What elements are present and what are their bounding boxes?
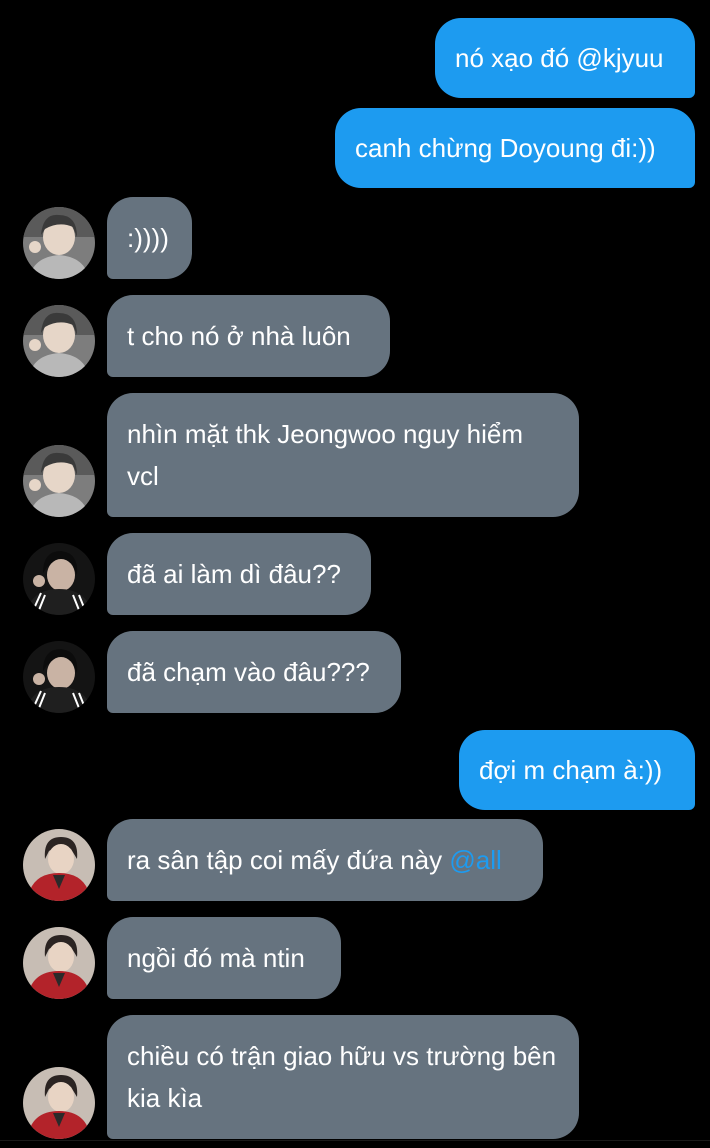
- user-b-avatar[interactable]: [23, 641, 95, 713]
- user-a-avatar[interactable]: [23, 305, 95, 377]
- outgoing-message[interactable]: nó xạo đó @kjyuu: [435, 18, 695, 98]
- user-a-avatar-image: [23, 305, 95, 377]
- outgoing-message[interactable]: đợi m chạm à:)): [459, 730, 695, 810]
- message-text: t cho nó ở nhà luôn: [127, 321, 351, 351]
- message-text: đã chạm vào đâu???: [127, 657, 370, 687]
- message-text: chiều có trận giao hữu vs trường bên kia…: [127, 1041, 557, 1113]
- message-text: đợi m chạm à:)): [479, 755, 663, 785]
- message-text: :)))): [127, 223, 169, 253]
- incoming-message[interactable]: đã chạm vào đâu???: [107, 631, 401, 713]
- user-a-avatar[interactable]: [23, 207, 95, 279]
- user-b-avatar-image: [23, 543, 95, 615]
- message-text: canh chừng Doyoung đi:)): [355, 133, 656, 163]
- user-c-avatar-image: [23, 1067, 95, 1139]
- incoming-message[interactable]: ra sân tập coi mấy đứa này @all: [107, 819, 543, 901]
- divider: [0, 1140, 710, 1141]
- mention-link[interactable]: @all: [449, 845, 501, 875]
- incoming-message[interactable]: t cho nó ở nhà luôn: [107, 295, 390, 377]
- user-c-avatar-image: [23, 829, 95, 901]
- user-a-avatar-image: [23, 445, 95, 517]
- user-b-avatar-image: [23, 641, 95, 713]
- user-b-avatar[interactable]: [23, 543, 95, 615]
- outgoing-message[interactable]: canh chừng Doyoung đi:)): [335, 108, 695, 188]
- incoming-message[interactable]: ngồi đó mà ntin: [107, 917, 341, 999]
- incoming-message[interactable]: :)))): [107, 197, 192, 279]
- message-text: nhìn mặt thk Jeongwoo nguy hiểm vcl: [127, 419, 524, 491]
- user-a-avatar-image: [23, 207, 95, 279]
- message-text: ngồi đó mà ntin: [127, 943, 305, 973]
- user-c-avatar[interactable]: [23, 1067, 95, 1139]
- user-c-avatar[interactable]: [23, 927, 95, 999]
- message-text-part: ra sân tập coi mấy đứa này: [127, 845, 450, 875]
- message-text: nó xạo đó @kjyuu: [455, 43, 664, 73]
- user-a-avatar[interactable]: [23, 445, 95, 517]
- incoming-message[interactable]: nhìn mặt thk Jeongwoo nguy hiểm vcl: [107, 393, 579, 517]
- message-text: đã ai làm dì đâu??: [127, 559, 341, 589]
- chat-thread: nó xạo đó @kjyuu canh chừng Doyoung đi:)…: [0, 0, 710, 1148]
- incoming-message[interactable]: chiều có trận giao hữu vs trường bên kia…: [107, 1015, 579, 1139]
- user-c-avatar[interactable]: [23, 829, 95, 901]
- incoming-message[interactable]: đã ai làm dì đâu??: [107, 533, 371, 615]
- user-c-avatar-image: [23, 927, 95, 999]
- message-text: ra sân tập coi mấy đứa này @all: [127, 839, 502, 881]
